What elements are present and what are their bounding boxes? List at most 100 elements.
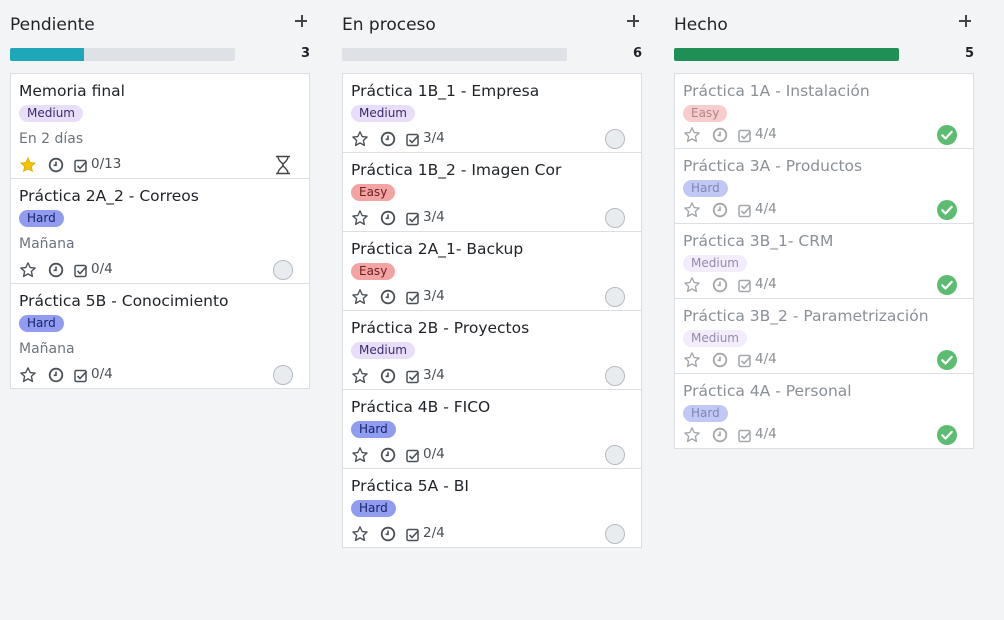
task-card[interactable]: Práctica 5A - BI Hard 2/4 [343, 469, 641, 547]
card-footer: 3/4 [351, 286, 633, 310]
card-footer: 0/13 [19, 154, 301, 178]
clock-icon[interactable] [380, 447, 396, 463]
difficulty-tag: Easy [351, 184, 396, 201]
done-check-icon[interactable] [937, 425, 957, 445]
checklist-icon [74, 368, 88, 383]
checklist-icon [406, 369, 420, 384]
clock-icon[interactable] [380, 131, 396, 147]
column-progress-row: 5 [674, 46, 974, 63]
difficulty-tag: Easy [351, 263, 396, 280]
clock-icon[interactable] [380, 368, 396, 384]
done-check-icon[interactable] [937, 200, 957, 220]
card-footer: 3/4 [351, 128, 633, 152]
clock-icon[interactable] [48, 367, 64, 383]
card-footer: 0/4 [19, 259, 301, 283]
checklist-icon [738, 203, 752, 218]
clock-icon[interactable] [712, 352, 728, 368]
star-icon[interactable] [19, 366, 37, 384]
done-check-icon[interactable] [937, 275, 957, 295]
add-card-icon[interactable] [294, 14, 310, 30]
clock-icon[interactable] [380, 526, 396, 542]
task-card[interactable]: Práctica 2B - Proyectos Medium 3/4 [343, 311, 641, 390]
star-icon[interactable] [351, 288, 369, 306]
status-circle-icon[interactable] [605, 524, 625, 544]
card-list: Memoria final Medium En 2 días 0/13 Prác… [10, 73, 310, 389]
task-card[interactable]: Práctica 4A - Personal Hard 4/4 [675, 374, 973, 448]
status-circle-icon[interactable] [605, 366, 625, 386]
task-title: Memoria final [19, 82, 125, 100]
status-circle-icon[interactable] [605, 287, 625, 307]
task-card[interactable]: Práctica 1B_1 - Empresa Medium 3/4 [343, 74, 641, 153]
done-check-icon[interactable] [937, 350, 957, 370]
column-progress-bar [674, 48, 899, 61]
difficulty-tag: Easy [683, 105, 728, 122]
checklist-icon [738, 353, 752, 368]
status-circle-icon[interactable] [273, 365, 293, 385]
star-icon[interactable] [351, 130, 369, 148]
star-icon[interactable] [683, 351, 701, 369]
checklist-count: 2/4 [423, 525, 445, 541]
card-footer: 4/4 [683, 199, 965, 223]
difficulty-tag: Medium [351, 342, 415, 359]
star-icon[interactable] [683, 126, 701, 144]
due-date: Mañana [19, 341, 75, 357]
clock-icon[interactable] [712, 202, 728, 218]
clock-icon[interactable] [712, 277, 728, 293]
star-icon[interactable] [19, 261, 37, 279]
task-card[interactable]: Memoria final Medium En 2 días 0/13 [11, 74, 309, 179]
task-card[interactable]: Práctica 1B_2 - Imagen Cor Easy 3/4 [343, 153, 641, 232]
difficulty-tag: Medium [683, 330, 747, 347]
due-date: Mañana [19, 236, 75, 252]
kanban-board: Pendiente 3 Memoria final Medium En 2 dí… [0, 0, 1004, 620]
clock-icon[interactable] [48, 157, 64, 173]
clock-icon[interactable] [380, 210, 396, 226]
task-card[interactable]: Práctica 3B_1- CRM Medium 4/4 [675, 224, 973, 299]
clock-icon[interactable] [712, 427, 728, 443]
task-card[interactable]: Práctica 2A_1- Backup Easy 3/4 [343, 232, 641, 311]
checklist-icon [406, 448, 420, 463]
card-footer: 0/4 [351, 444, 633, 468]
star-icon[interactable] [683, 201, 701, 219]
column-header: En proceso [342, 0, 642, 46]
clock-icon[interactable] [48, 262, 64, 278]
clock-icon[interactable] [380, 289, 396, 305]
done-check-icon[interactable] [937, 125, 957, 145]
add-card-icon[interactable] [626, 14, 642, 30]
star-icon[interactable] [683, 426, 701, 444]
clock-icon[interactable] [712, 127, 728, 143]
star-icon[interactable] [351, 367, 369, 385]
column-2: Hecho 5 Práctica 1A - Instalación Easy 4… [674, 0, 974, 449]
task-card[interactable]: Práctica 5B - Conocimiento Hard Mañana 0… [11, 284, 309, 388]
task-card[interactable]: Práctica 4B - FICO Hard 0/4 [343, 390, 641, 469]
star-icon[interactable] [351, 525, 369, 543]
column-progress-bar [10, 48, 235, 61]
difficulty-tag: Hard [351, 500, 396, 517]
task-title: Práctica 3B_2 - Parametrización [683, 307, 929, 325]
difficulty-tag: Medium [351, 105, 415, 122]
checklist-icon [738, 128, 752, 143]
card-footer: 4/4 [683, 124, 965, 148]
task-card[interactable]: Práctica 1A - Instalación Easy 4/4 [675, 74, 973, 149]
checklist-icon [406, 527, 420, 542]
add-card-icon[interactable] [958, 14, 974, 30]
checklist-count: 3/4 [423, 288, 445, 304]
task-card[interactable]: Práctica 3B_2 - Parametrización Medium 4… [675, 299, 973, 374]
status-circle-icon[interactable] [273, 260, 293, 280]
task-title: Práctica 1B_2 - Imagen Cor [351, 161, 562, 179]
star-icon[interactable] [351, 446, 369, 464]
status-circle-icon[interactable] [605, 208, 625, 228]
status-circle-icon[interactable] [605, 129, 625, 149]
column-card-count: 3 [300, 46, 310, 61]
status-circle-icon[interactable] [605, 445, 625, 465]
star-filled-icon[interactable] [19, 156, 37, 174]
checklist-icon [738, 428, 752, 443]
task-title: Práctica 4A - Personal [683, 382, 852, 400]
checklist-count: 4/4 [755, 276, 777, 292]
hourglass-icon[interactable] [273, 155, 293, 175]
star-icon[interactable] [351, 209, 369, 227]
task-card[interactable]: Práctica 2A_2 - Correos Hard Mañana 0/4 [11, 179, 309, 284]
difficulty-tag: Hard [19, 210, 64, 227]
star-icon[interactable] [683, 276, 701, 294]
task-title: Práctica 5A - BI [351, 477, 469, 495]
task-card[interactable]: Práctica 3A - Productos Hard 4/4 [675, 149, 973, 224]
